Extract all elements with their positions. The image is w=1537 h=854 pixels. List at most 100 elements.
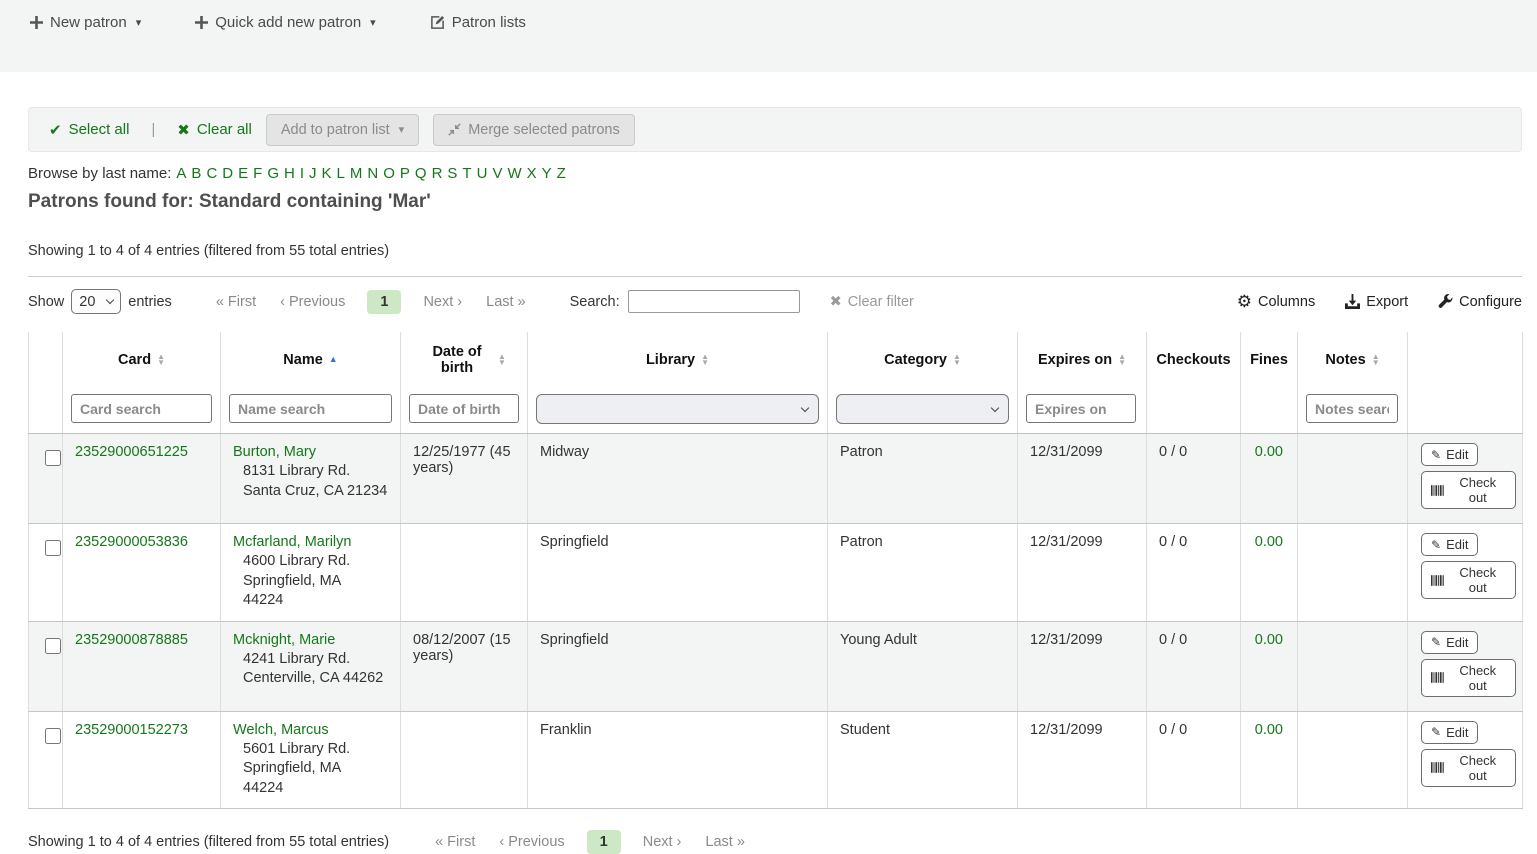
card-link[interactable]: 23529000152273 <box>75 722 188 738</box>
browse-letter-T[interactable]: T <box>462 165 471 182</box>
browse-letter-Z[interactable]: Z <box>557 165 566 182</box>
patron-table-body: 23529000651225 Burton, Mary8131 Library … <box>29 434 1523 809</box>
pager-last[interactable]: Last » <box>474 290 538 314</box>
header-category[interactable]: Category▲▼ <box>828 332 1018 387</box>
edit-button[interactable]: ✎Edit <box>1421 443 1478 466</box>
columns-button[interactable]: ⚙ Columns <box>1237 293 1315 310</box>
search-label: Search: <box>570 294 620 310</box>
name-filter-input[interactable] <box>229 394 392 423</box>
browse-letter-D[interactable]: D <box>222 165 233 182</box>
row-select-cell <box>29 711 63 809</box>
select-all-label: Select all <box>69 121 130 138</box>
patron-name-link[interactable]: Welch, Marcus <box>233 722 329 738</box>
browse-letter-P[interactable]: P <box>400 165 410 182</box>
checkout-button[interactable]: Check out <box>1421 749 1516 787</box>
browse-letter-X[interactable]: X <box>527 165 537 182</box>
patron-name-link[interactable]: Burton, Mary <box>233 444 316 460</box>
configure-button[interactable]: Configure <box>1438 294 1522 310</box>
clear-all-link[interactable]: ✖ Clear all <box>177 121 252 139</box>
page-size-select[interactable]: 20 <box>71 289 121 314</box>
patron-lists-button[interactable]: Patron lists <box>430 14 526 31</box>
browse-letter-G[interactable]: G <box>267 165 279 182</box>
table-filter-row <box>29 387 1523 434</box>
header-name[interactable]: Name▲ <box>221 332 401 387</box>
header-card[interactable]: Card▲▼ <box>63 332 221 387</box>
header-notes[interactable]: Notes▲▼ <box>1298 332 1408 387</box>
dob-cell: 08/12/2007 (15 years) <box>401 621 528 711</box>
browse-letter-V[interactable]: V <box>492 165 502 182</box>
row-checkbox[interactable] <box>45 540 61 556</box>
card-link[interactable]: 23529000053836 <box>75 534 188 550</box>
edit-button[interactable]: ✎Edit <box>1421 533 1478 556</box>
browse-letter-Y[interactable]: Y <box>542 165 552 182</box>
checkout-button[interactable]: Check out <box>1421 471 1516 509</box>
browse-letter-F[interactable]: F <box>253 165 262 182</box>
card-cell: 23529000878885 <box>63 621 221 711</box>
browse-letter-S[interactable]: S <box>447 165 457 182</box>
browse-letter-E[interactable]: E <box>238 165 248 182</box>
browse-letter-Q[interactable]: Q <box>415 165 427 182</box>
row-checkbox[interactable] <box>45 450 61 466</box>
browse-letter-B[interactable]: B <box>191 165 201 182</box>
dob-filter-input[interactable] <box>409 394 519 423</box>
patron-name-link[interactable]: Mcknight, Marie <box>233 632 335 648</box>
card-link[interactable]: 23529000878885 <box>75 632 188 648</box>
browse-letter-N[interactable]: N <box>367 165 378 182</box>
edit-button[interactable]: ✎Edit <box>1421 631 1478 654</box>
header-dob[interactable]: Date of birth▲▼ <box>401 332 528 387</box>
checkout-button[interactable]: Check out <box>1421 561 1516 599</box>
check-icon: ✔ <box>49 121 62 139</box>
table-controls: Show 20 entries « First ‹ Previous 1 Nex… <box>28 289 1522 314</box>
clear-filter-button[interactable]: ✖ Clear filter <box>830 294 914 310</box>
browse-letter-O[interactable]: O <box>383 165 395 182</box>
browse-letter-I[interactable]: I <box>300 165 304 182</box>
expires-filter-input[interactable] <box>1026 394 1136 423</box>
pager-previous[interactable]: ‹ Previous <box>268 290 357 314</box>
checkout-button[interactable]: Check out <box>1421 659 1516 697</box>
merge-selected-patrons-button[interactable]: Merge selected patrons <box>433 114 635 146</box>
edit-button[interactable]: ✎Edit <box>1421 721 1478 744</box>
pager-last[interactable]: Last » <box>693 830 757 854</box>
browse-letter-W[interactable]: W <box>507 165 521 182</box>
export-button[interactable]: Export <box>1345 294 1408 310</box>
notes-filter-input[interactable] <box>1306 394 1398 423</box>
card-link[interactable]: 23529000651225 <box>75 444 188 460</box>
header-expires[interactable]: Expires on▲▼ <box>1018 332 1147 387</box>
browse-letter-M[interactable]: M <box>350 165 363 182</box>
x-icon: ✖ <box>177 121 190 139</box>
clear-filter-label: Clear filter <box>848 294 914 310</box>
pager-next[interactable]: Next › <box>411 290 474 314</box>
patron-name-link[interactable]: Mcfarland, Marilyn <box>233 534 351 550</box>
quick-add-new-patron-button[interactable]: Quick add new patron ▾ <box>195 14 375 31</box>
pager-previous[interactable]: ‹ Previous <box>487 830 576 854</box>
header-library[interactable]: Library▲▼ <box>528 332 828 387</box>
pager-next[interactable]: Next › <box>631 830 694 854</box>
select-all-link[interactable]: ✔ Select all <box>49 121 129 139</box>
browse-letter-H[interactable]: H <box>284 165 295 182</box>
filter-card-cell <box>63 387 221 434</box>
browse-letter-R[interactable]: R <box>432 165 443 182</box>
pager-first[interactable]: « First <box>204 290 268 314</box>
page-size-value: 20 <box>79 294 95 310</box>
pager-current-page[interactable]: 1 <box>367 290 401 314</box>
browse-letter-K[interactable]: K <box>322 165 332 182</box>
barcode-icon <box>1431 485 1445 496</box>
search-input[interactable] <box>628 290 800 313</box>
pager-current-page[interactable]: 1 <box>587 830 621 854</box>
card-filter-input[interactable] <box>71 394 212 423</box>
library-filter-select[interactable] <box>536 394 819 424</box>
browse-letter-U[interactable]: U <box>477 165 488 182</box>
pager-first[interactable]: « First <box>423 830 487 854</box>
browse-letter-L[interactable]: L <box>337 165 345 182</box>
new-patron-button[interactable]: New patron ▾ <box>30 14 141 31</box>
row-checkbox[interactable] <box>45 728 61 744</box>
top-toolbar: New patron ▾ Quick add new patron ▾ Patr… <box>0 0 1537 72</box>
browse-letter-J[interactable]: J <box>309 165 317 182</box>
row-checkbox[interactable] <box>45 638 61 654</box>
browse-letter-A[interactable]: A <box>176 165 186 182</box>
add-to-patron-list-label: Add to patron list <box>281 122 390 138</box>
add-to-patron-list-button[interactable]: Add to patron list ▾ <box>266 114 419 146</box>
dob-cell: 12/25/1977 (45 years) <box>401 434 528 524</box>
browse-letter-C[interactable]: C <box>206 165 217 182</box>
category-filter-select[interactable] <box>836 394 1009 424</box>
